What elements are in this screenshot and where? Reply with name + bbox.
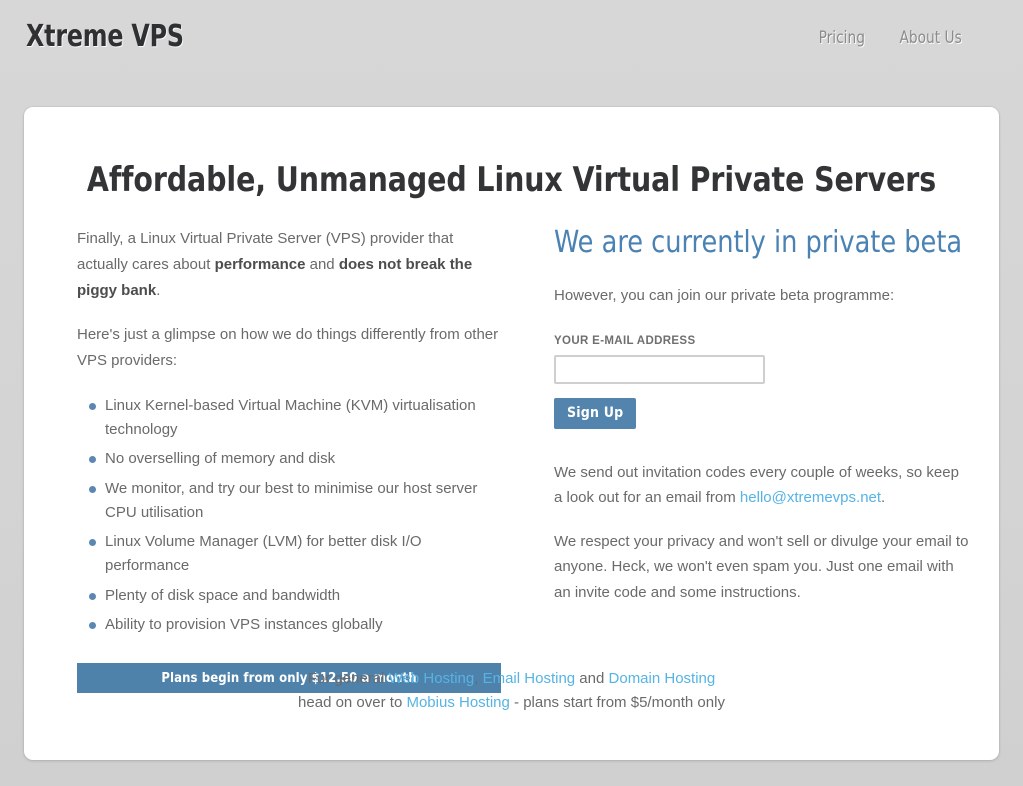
beta-subtext: However, you can join our private beta p… bbox=[554, 287, 895, 304]
footer-line2-trailing: - plans start from $5/month only bbox=[509, 694, 725, 712]
list-item: Linux Kernel-based Virtual Machine (KVM)… bbox=[89, 394, 502, 443]
sign-up-button[interactable]: Sign Up bbox=[554, 397, 637, 429]
privacy-note: We respect your privacy and won't sell o… bbox=[554, 532, 969, 601]
beta-heading: We are currently in private beta bbox=[554, 225, 963, 260]
list-item: Ability to provision VPS instances globa… bbox=[89, 613, 502, 637]
site-header: Xtreme VPS Pricing About Us bbox=[0, 0, 1023, 107]
email-input[interactable] bbox=[554, 354, 765, 384]
glimpse-paragraph: Here's just a glimpse on how we do thing… bbox=[77, 325, 499, 369]
footer-lead-text: For general bbox=[307, 670, 389, 687]
nav-link-pricing[interactable]: Pricing bbox=[819, 28, 865, 48]
beta-signup-form: YOUR E-MAIL ADDRESS Sign Up bbox=[554, 335, 969, 429]
email-field-label: YOUR E-MAIL ADDRESS bbox=[554, 334, 696, 347]
main-navigation: Pricing About Us bbox=[816, 28, 965, 48]
footer-line-1: For general Web Hosting, Email Hosting a… bbox=[24, 667, 999, 691]
list-item: No overselling of memory and disk bbox=[89, 447, 502, 471]
card-footer: For general Web Hosting, Email Hosting a… bbox=[24, 667, 999, 716]
list-item: We monitor, and try our best to minimise… bbox=[89, 477, 502, 526]
footer-link-web-hosting[interactable]: Web Hosting bbox=[389, 670, 475, 687]
invitation-note: We send out invitation codes every coupl… bbox=[554, 429, 969, 511]
right-column: We are currently in private beta However… bbox=[554, 226, 969, 693]
feature-list: Linux Kernel-based Virtual Machine (KVM)… bbox=[77, 394, 502, 638]
content-card: Affordable, Unmanaged Linux Virtual Priv… bbox=[24, 107, 999, 760]
two-column-layout: Finally, a Linux Virtual Private Server … bbox=[52, 226, 971, 694]
left-column: Finally, a Linux Virtual Private Server … bbox=[77, 226, 502, 694]
footer-link-email-hosting[interactable]: Email Hosting bbox=[483, 670, 576, 687]
intro-paragraph: Finally, a Linux Virtual Private Server … bbox=[77, 226, 502, 304]
page-title: Affordable, Unmanaged Linux Virtual Priv… bbox=[86, 160, 937, 200]
intro-mid-text: and bbox=[305, 255, 339, 273]
footer-line-2: head on over to Mobius Hosting - plans s… bbox=[24, 691, 999, 715]
intro-end-text: . bbox=[156, 281, 161, 299]
site-logo[interactable]: Xtreme VPS bbox=[26, 19, 184, 54]
invitation-note-period: . bbox=[881, 489, 886, 506]
list-item: Linux Volume Manager (LVM) for better di… bbox=[89, 530, 502, 579]
footer-link-mobius-hosting[interactable]: Mobius Hosting bbox=[406, 694, 509, 711]
footer-separator-2: and bbox=[575, 670, 609, 687]
nav-link-about-us[interactable]: About Us bbox=[899, 28, 961, 48]
footer-link-domain-hosting[interactable]: Domain Hosting bbox=[609, 670, 716, 687]
contact-email-link[interactable]: hello@xtremevps.net bbox=[740, 489, 881, 506]
footer-line2-lead: head on over to bbox=[298, 694, 407, 712]
list-item: Plenty of disk space and bandwidth bbox=[89, 584, 502, 608]
intro-emphasis-performance: performance bbox=[214, 255, 306, 273]
footer-separator-1: , bbox=[474, 670, 483, 687]
